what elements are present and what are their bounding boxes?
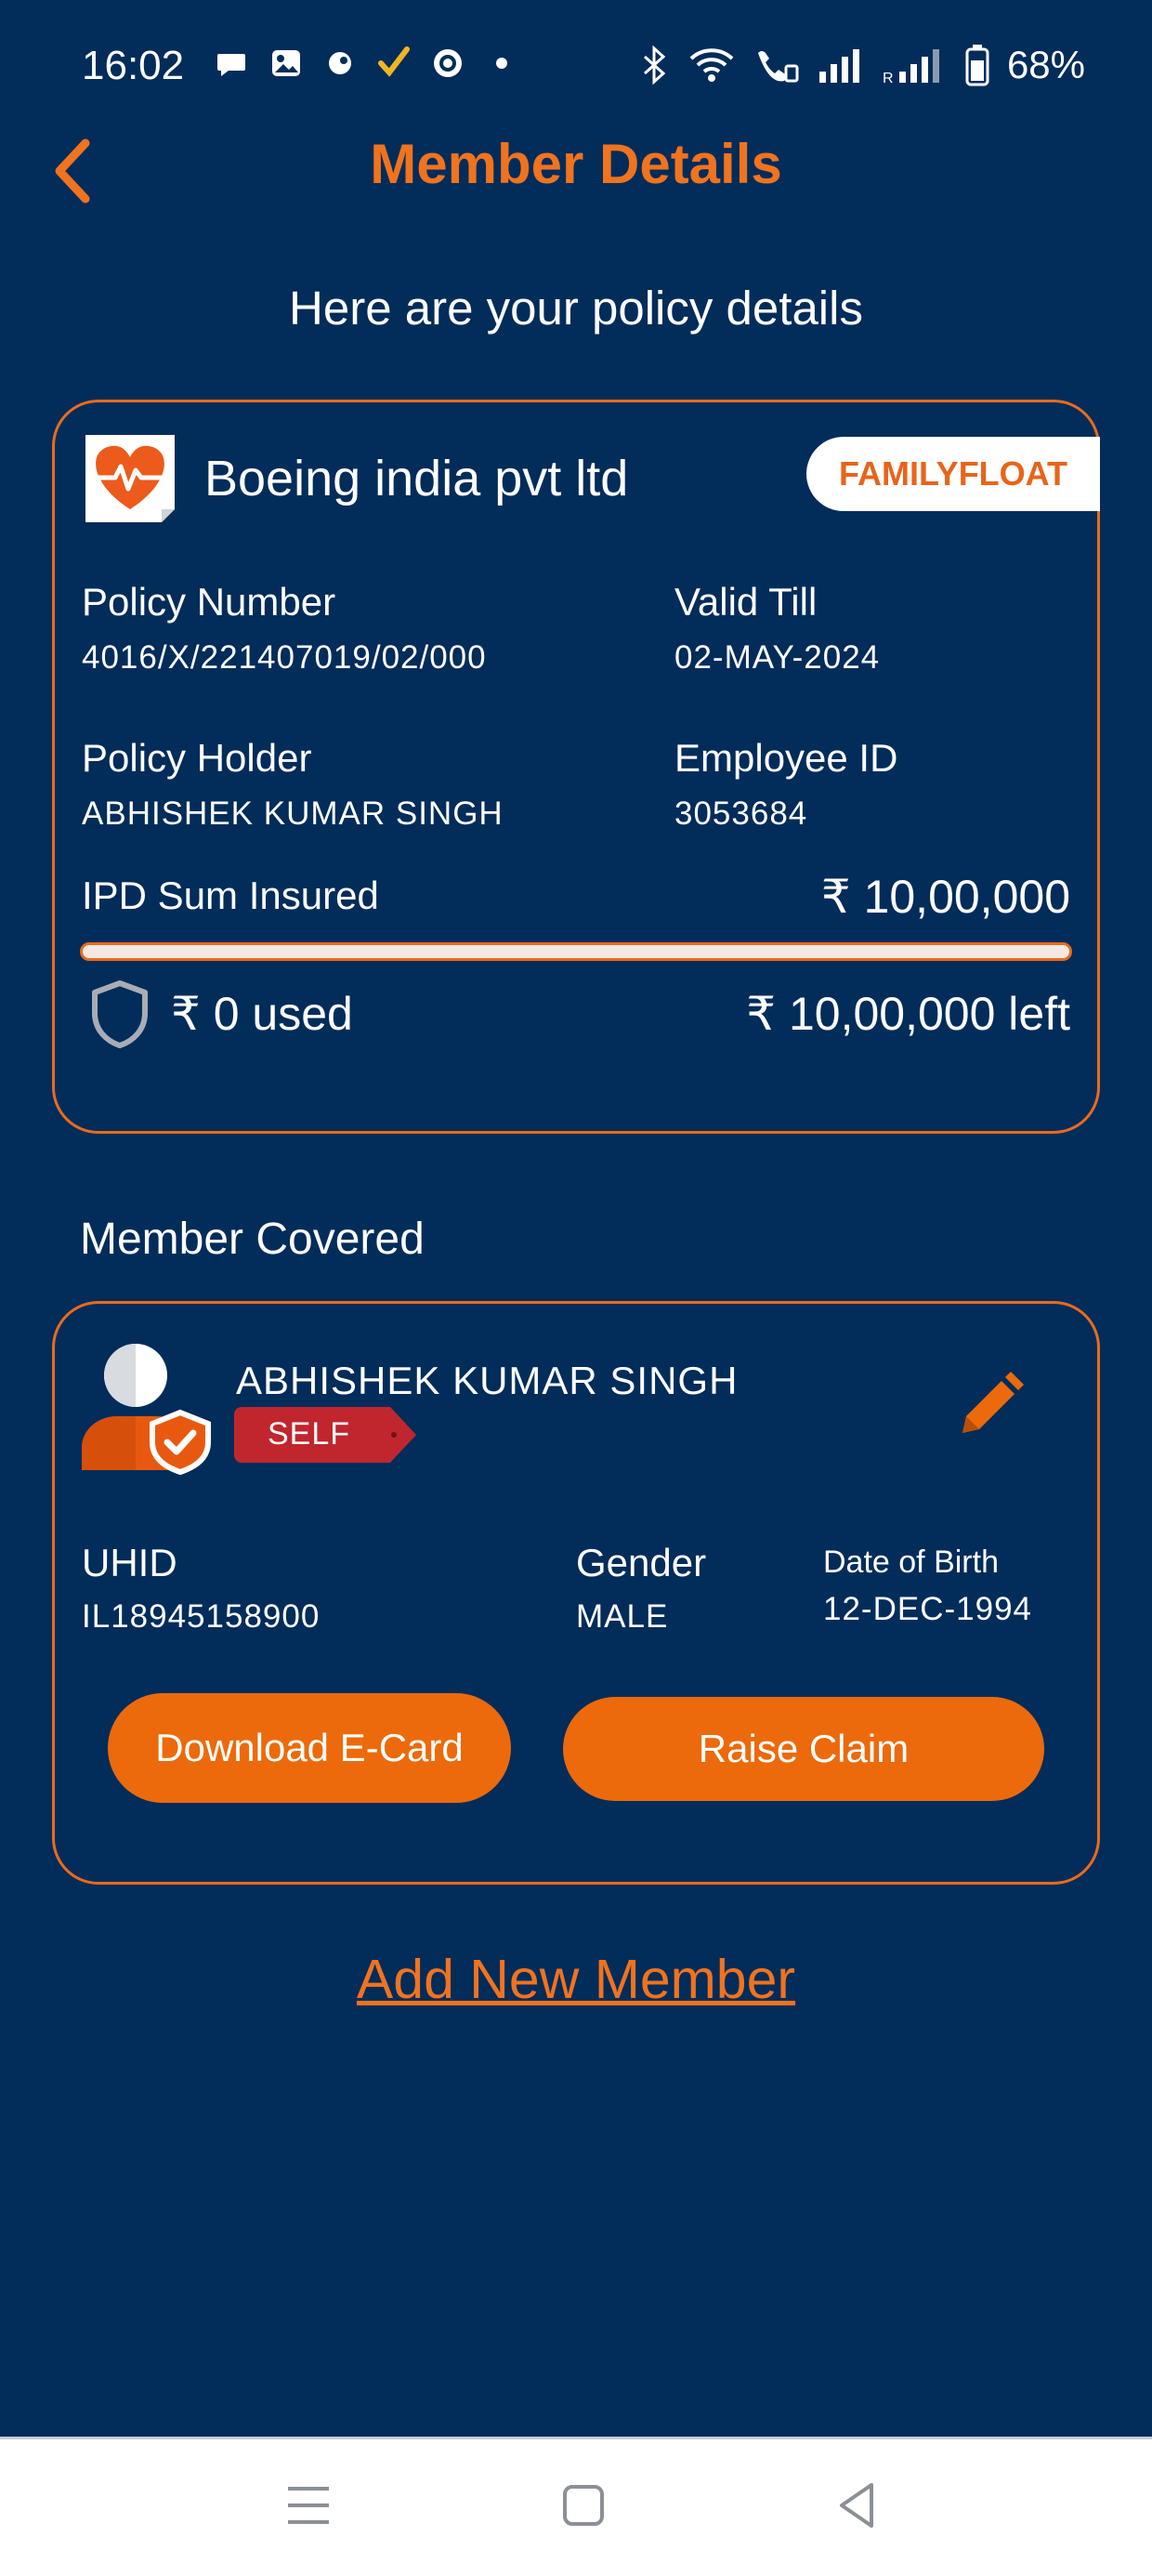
employee-id-label: Employee ID <box>674 736 898 780</box>
status-left-icons <box>216 46 518 80</box>
member-avatar-icon <box>82 1344 211 1476</box>
member-name: ABHISHEK KUMAR SINGH <box>236 1359 739 1402</box>
sum-insured-label: IPD Sum Insured <box>82 874 379 917</box>
gallery-icon <box>272 50 300 76</box>
battery-percent: 68% <box>1006 43 1085 86</box>
battery-icon <box>965 45 989 86</box>
company-name: Boeing india pvt ltd <box>204 451 629 506</box>
policy-number-label: Policy Number <box>82 580 336 624</box>
plan-type-badge: FAMILYFLOAT <box>806 437 1100 511</box>
dob-label: Date of Birth <box>823 1544 999 1580</box>
menu-icon[interactable] <box>281 2477 336 2533</box>
record-icon <box>434 49 462 77</box>
dot-icon <box>496 58 507 69</box>
uhid-value: IL18945158900 <box>82 1598 321 1635</box>
policy-number-value: 4016/X/221407019/02/000 <box>82 639 487 676</box>
check-icon <box>378 46 410 77</box>
status-right: R 68% <box>639 43 1085 87</box>
policy-subtitle: Here are your policy details <box>289 282 863 335</box>
back-triangle-icon[interactable] <box>831 2477 886 2533</box>
gender-label: Gender <box>576 1541 707 1584</box>
edit-pencil-icon[interactable] <box>955 1370 1026 1440</box>
employee-id-value: 3053684 <box>674 795 808 832</box>
page-title: Member Details <box>370 133 782 195</box>
gender-value: MALE <box>576 1598 669 1635</box>
dob-value: 12-DEC-1994 <box>823 1591 1032 1627</box>
signal-roaming-icon: R <box>883 49 939 85</box>
health-heart-icon <box>85 435 175 522</box>
app-icon <box>329 52 351 74</box>
wifi-icon <box>689 48 734 82</box>
signal-icon <box>818 49 859 83</box>
policy-holder-value: ABHISHEK KUMAR SINGH <box>82 795 504 832</box>
sum-insured-value: ₹ 10,00,000 <box>820 871 1070 923</box>
home-square-icon[interactable] <box>556 2477 611 2533</box>
valid-till-label: Valid Till <box>674 580 818 624</box>
add-new-member-link[interactable]: Add New Member <box>0 1948 1152 2011</box>
uhid-label: UHID <box>82 1541 177 1584</box>
valid-till-value: 02-MAY-2024 <box>674 639 881 676</box>
raise-claim-button[interactable]: Raise Claim <box>563 1697 1044 1801</box>
chat-icon <box>217 54 245 76</box>
shield-icon <box>92 980 148 1048</box>
member-covered-title: Member Covered <box>80 1215 425 1264</box>
sum-left-text: ₹ 10,00,000 left <box>746 988 1070 1040</box>
download-ecard-button[interactable]: Download E-Card <box>108 1693 511 1803</box>
sum-used-progress <box>80 942 1072 961</box>
sum-used-text: ₹ 0 used <box>171 988 353 1040</box>
svg-text:R: R <box>883 71 894 85</box>
status-time: 16:02 <box>82 43 185 88</box>
policy-holder-label: Policy Holder <box>82 736 312 780</box>
volte-icon <box>757 51 799 83</box>
relation-tag: SELF <box>268 1416 351 1452</box>
bluetooth-icon <box>643 46 666 85</box>
